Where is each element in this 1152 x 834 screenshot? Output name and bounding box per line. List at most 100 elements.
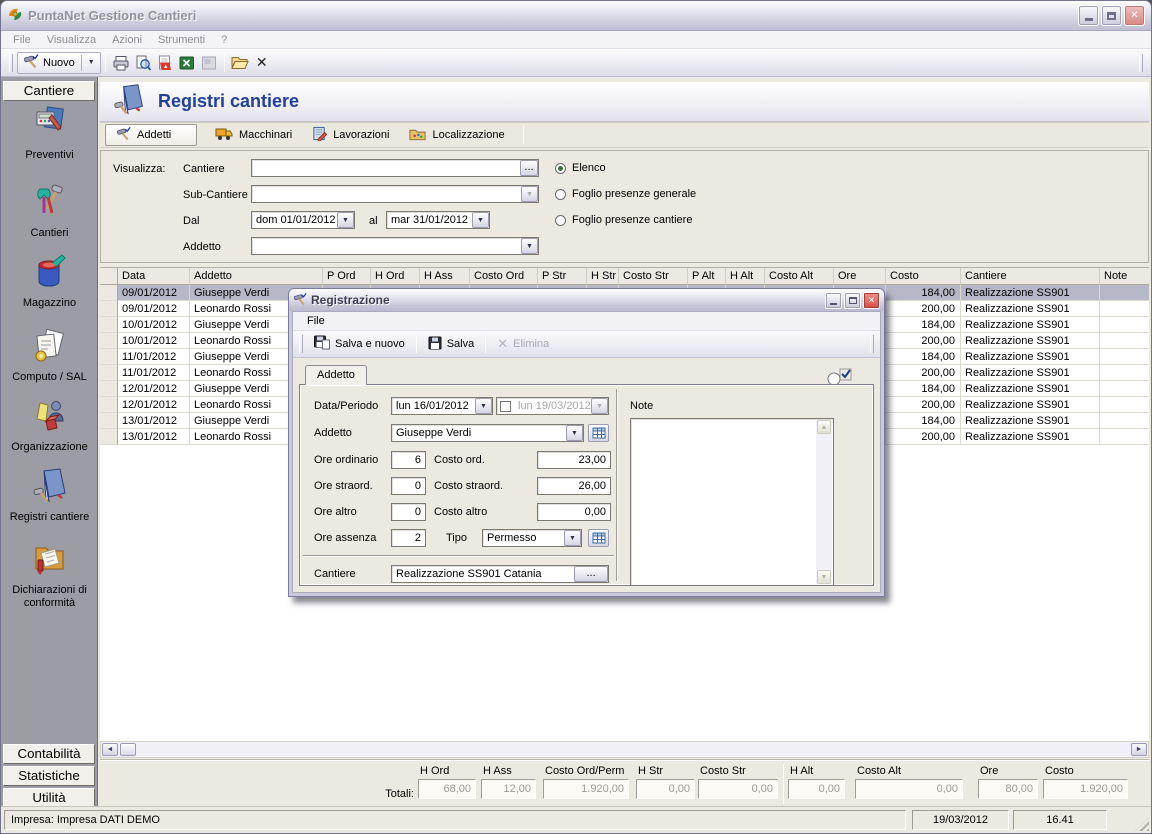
sidebar-group-contabilita[interactable]: Contabilità [3, 744, 95, 764]
addetto-lookup-icon[interactable] [588, 424, 609, 442]
chevron-down-icon[interactable]: ▼ [472, 212, 489, 228]
menu-help[interactable]: ? [213, 33, 235, 47]
table-cell[interactable]: Realizzazione SS901 [961, 381, 1100, 397]
table-cell[interactable] [1100, 381, 1149, 397]
sidebar-item-organizzazione[interactable]: Organizzazione [1, 397, 98, 454]
table-cell[interactable]: 13/01/2012 [118, 429, 190, 445]
tab-addetti[interactable]: Addetti [105, 124, 197, 146]
sidebar-group-statistiche[interactable]: Statistiche [3, 766, 95, 786]
column-header[interactable]: Data [118, 268, 190, 285]
note-scrollbar[interactable]: ▲ ▼ [816, 420, 832, 584]
toolbar-grip[interactable] [9, 54, 13, 72]
table-cell[interactable]: 11/01/2012 [118, 365, 190, 381]
note-textarea[interactable] [632, 420, 814, 584]
toolbar-grip[interactable] [1139, 54, 1143, 72]
column-header[interactable]: P Str [538, 268, 587, 285]
costo-altro-input[interactable] [538, 506, 610, 518]
row-selector[interactable] [100, 301, 118, 317]
tab-localizzazione[interactable]: Localizzazione [399, 124, 514, 146]
print-preview-icon[interactable] [132, 52, 154, 74]
table-cell[interactable]: 12/01/2012 [118, 381, 190, 397]
tipo-combo[interactable]: Permesso ▼ [482, 529, 582, 547]
radio-foglio-presenze-cantiere[interactable]: Foglio presenze cantiere [555, 214, 692, 226]
column-header[interactable]: Addetto [190, 268, 323, 285]
table-cell[interactable] [1100, 285, 1149, 301]
sidebar-group-cantiere[interactable]: Cantiere [3, 81, 95, 101]
chevron-down-icon[interactable]: ▼ [566, 425, 583, 441]
resize-grip[interactable] [1135, 817, 1149, 831]
sidebar-item-registri-cantiere[interactable]: Registri cantiere [1, 467, 98, 524]
scrollbar-thumb[interactable] [120, 743, 136, 756]
row-selector[interactable] [100, 381, 118, 397]
dal-date-combo[interactable]: dom 01/01/2012 ▼ [251, 211, 355, 229]
table-cell[interactable]: Realizzazione SS901 [961, 317, 1100, 333]
table-cell[interactable]: Realizzazione SS901 [961, 429, 1100, 445]
table-cell[interactable]: Realizzazione SS901 [961, 333, 1100, 349]
row-selector[interactable] [100, 285, 118, 301]
export-excel-icon[interactable] [176, 52, 198, 74]
cantiere-browse-button[interactable]: ... [574, 566, 608, 582]
dialog-maximize-icon[interactable] [844, 292, 861, 309]
chevron-down-icon[interactable]: ▼ [337, 212, 354, 228]
column-header[interactable]: Note [1100, 268, 1149, 285]
table-cell[interactable]: 184,00 [886, 381, 961, 397]
nuovo-dropdown-icon[interactable]: ▼ [88, 59, 95, 66]
sidebar-item-computo-sal[interactable]: Computo / SAL [1, 327, 98, 384]
costo-straord-input[interactable] [538, 480, 610, 492]
table-cell[interactable] [1100, 301, 1149, 317]
sidebar-group-utilita[interactable]: Utilità [3, 788, 95, 808]
ore-straord-input[interactable] [392, 480, 425, 492]
salva-e-nuovo-button[interactable]: Salva e nuovo [307, 334, 412, 355]
toolbar-grip[interactable] [299, 335, 303, 353]
ore-altro-input[interactable] [392, 506, 425, 518]
scroll-right-icon[interactable]: ► [1131, 743, 1147, 756]
column-header[interactable]: H Alt [726, 268, 765, 285]
cantiere-browse-button[interactable]: ... [520, 160, 538, 176]
table-cell[interactable]: 200,00 [886, 397, 961, 413]
table-cell[interactable]: 184,00 [886, 285, 961, 301]
addetto-filter-combo[interactable]: ▼ [251, 237, 539, 255]
table-cell[interactable] [1100, 413, 1149, 429]
ore-assenza-input[interactable] [392, 532, 425, 544]
column-header[interactable]: Costo Str [619, 268, 688, 285]
table-cell[interactable]: 200,00 [886, 301, 961, 317]
cantiere-input[interactable] [392, 568, 574, 580]
table-cell[interactable]: 09/01/2012 [118, 301, 190, 317]
table-cell[interactable] [1100, 317, 1149, 333]
sidebar-item-dichiarazioni[interactable]: Dichiarazioni di conformità [1, 540, 98, 610]
dialog-menu-file[interactable]: File [299, 314, 333, 328]
column-header[interactable]: Costo Alt [765, 268, 834, 285]
open-folder-icon[interactable] [229, 52, 251, 74]
row-selector[interactable] [100, 349, 118, 365]
chevron-down-icon[interactable]: ▼ [564, 530, 581, 546]
table-cell[interactable]: Realizzazione SS901 [961, 349, 1100, 365]
row-selector[interactable] [100, 429, 118, 445]
row-selector[interactable] [100, 333, 118, 349]
sidebar-item-preventivi[interactable]: Preventivi [1, 105, 98, 162]
export-pdf-icon[interactable] [154, 52, 176, 74]
column-header[interactable]: H Str [587, 268, 619, 285]
column-header[interactable]: Costo [886, 268, 961, 285]
menu-file[interactable]: File [5, 33, 39, 47]
costo-ord-input[interactable] [538, 454, 610, 466]
menu-visualizza[interactable]: Visualizza [39, 33, 104, 47]
table-cell[interactable]: 13/01/2012 [118, 413, 190, 429]
sidebar-item-magazzino[interactable]: Magazzino [1, 253, 98, 310]
subcantiere-filter-combo[interactable]: ▼ [251, 185, 539, 203]
table-cell[interactable]: 10/01/2012 [118, 333, 190, 349]
maximize-icon[interactable] [1101, 5, 1122, 26]
sidebar-item-cantieri[interactable]: Cantieri [1, 183, 98, 240]
cantiere-filter-input[interactable] [252, 161, 520, 175]
scroll-up-icon[interactable]: ▲ [817, 420, 831, 434]
table-cell[interactable]: Realizzazione SS901 [961, 301, 1100, 317]
column-header[interactable]: Ore [834, 268, 886, 285]
minimize-icon[interactable] [1078, 5, 1099, 26]
table-cell[interactable]: 200,00 [886, 333, 961, 349]
table-cell[interactable]: Realizzazione SS901 [961, 397, 1100, 413]
delete-icon[interactable]: ✕ [251, 52, 273, 74]
table-cell[interactable]: 10/01/2012 [118, 317, 190, 333]
table-cell[interactable]: 184,00 [886, 317, 961, 333]
dialog-close-icon[interactable]: ✕ [863, 292, 880, 309]
table-cell[interactable]: 184,00 [886, 413, 961, 429]
ore-ordinario-input[interactable] [392, 454, 425, 466]
